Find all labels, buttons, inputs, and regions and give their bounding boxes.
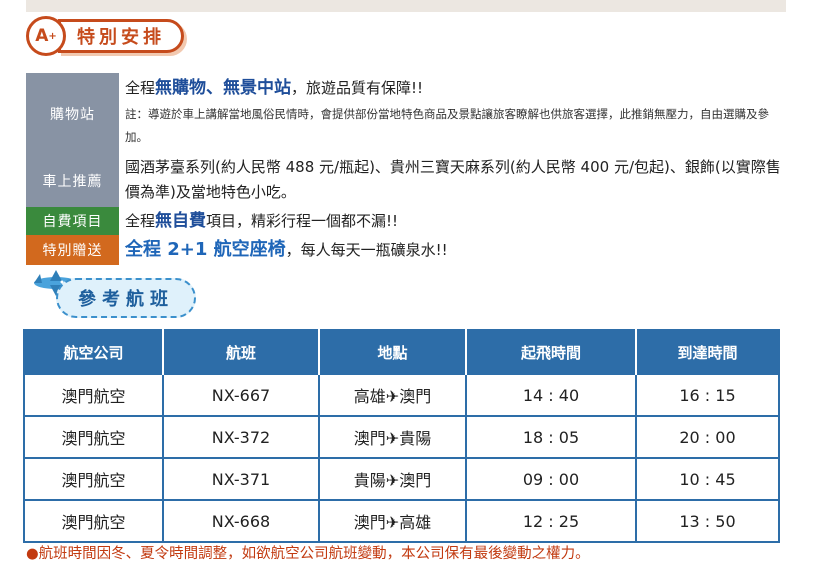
table-row: 澳門航空 NX-667 高雄✈澳門 14 : 40 16 : 15 [23,373,780,417]
cell-route: 澳門✈貴陽 [318,415,467,459]
selfpay-label: 自費項目 [26,207,119,235]
cell-airline: 澳門航空 [23,373,164,417]
recommend-row: 車上推薦 國酒茅臺系列(約人民幣 488 元/瓶起)、貴州三寶天麻系列(約人民幣… [26,155,786,207]
selfpay-highlight: 無自費 [155,211,207,231]
gift-highlight: 全程 2+1 航空座椅 [125,239,286,260]
cell-route: 澳門✈高雄 [318,499,467,543]
cell-flight: NX-668 [162,499,320,543]
reference-flights-header: 參考航班 [28,268,203,322]
cell-departure: 09 : 00 [465,457,637,501]
cell-arrival: 16 : 15 [635,373,780,417]
shopping-highlight: 無購物、無景中站 [155,78,292,98]
cell-flight: NX-372 [162,415,320,459]
table-row: 澳門航空 NX-371 貴陽✈澳門 09 : 00 10 : 45 [23,457,780,501]
recommend-label: 車上推薦 [26,155,119,207]
flights-table: 航空公司 航班 地點 起飛時間 到達時間 澳門航空 NX-667 高雄✈澳門 1… [23,329,780,543]
header-airline: 航空公司 [24,330,164,374]
table-row: 澳門航空 NX-372 澳門✈貴陽 18 : 05 20 : 00 [23,415,780,459]
cell-airline: 澳門航空 [23,499,164,543]
table-row: 澳門航空 NX-668 澳門✈高雄 12 : 25 13 : 50 [23,499,780,543]
cell-route: 高雄✈澳門 [318,373,467,417]
header-flight: 航班 [163,330,320,374]
gift-label: 特別贈送 [26,235,119,265]
recommend-content: 國酒茅臺系列(約人民幣 488 元/瓶起)、貴州三寶天麻系列(約人民幣 400 … [125,158,781,201]
cell-flight: NX-371 [162,457,320,501]
table-header-row: 航空公司 航班 地點 起飛時間 到達時間 [24,330,779,374]
header-arrival: 到達時間 [636,330,779,374]
top-divider-bar [26,0,786,12]
header-departure: 起飛時間 [466,330,637,374]
section-title: 參考航班 [56,278,196,318]
cell-departure: 12 : 25 [465,499,637,543]
special-arrangement-header: A + 特別安排 [26,16,201,56]
section-title: 特別安排 [58,19,184,53]
selfpay-content: 全程無自費項目，精彩行程一個都不漏!! [125,211,399,231]
cell-departure: 18 : 05 [465,415,637,459]
cell-airline: 澳門航空 [23,457,164,501]
cell-flight: NX-667 [162,373,320,417]
cell-route: 貴陽✈澳門 [318,457,467,501]
cell-departure: 14 : 40 [465,373,637,417]
cell-arrival: 20 : 00 [635,415,780,459]
cell-arrival: 10 : 45 [635,457,780,501]
footer-note: ●航班時間因冬、夏令時間調整，如欲航空公司航班變動，本公司保有最後變動之權力。 [26,546,590,562]
gift-row: 特別贈送 全程 2+1 航空座椅，每人每天一瓶礦泉水!! [26,235,786,265]
gift-content: 全程 2+1 航空座椅，每人每天一瓶礦泉水!! [125,239,448,260]
cell-arrival: 13 : 50 [635,499,780,543]
selfpay-row: 自費項目 全程無自費項目，精彩行程一個都不漏!! [26,207,786,235]
shopping-label: 購物站 [26,73,119,155]
a-plus-badge-icon: A + [26,16,66,56]
shopping-note: 註：導遊於車上講解當地風俗民情時，會提供部份當地特色商品及景點讓旅客瞭解也供旅客… [125,107,769,144]
cell-airline: 澳門航空 [23,415,164,459]
header-route: 地點 [319,330,467,374]
